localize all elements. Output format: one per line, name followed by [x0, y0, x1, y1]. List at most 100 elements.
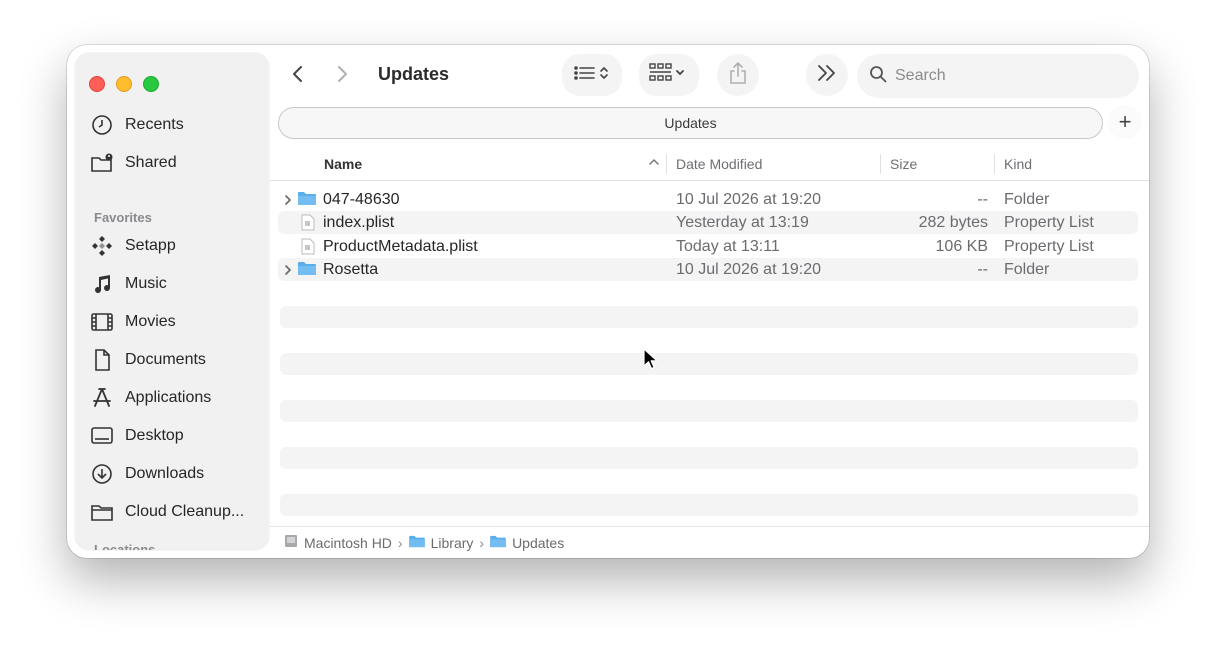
path-label: Library	[430, 534, 474, 551]
minimize-button[interactable]	[116, 76, 132, 92]
grid-group-icon	[649, 62, 689, 88]
empty-row	[280, 494, 1138, 516]
file-kind: Folder	[1004, 191, 1050, 208]
column-size[interactable]: Size	[890, 156, 917, 172]
window-title: Updates	[378, 64, 450, 84]
folder-icon	[89, 500, 115, 524]
column-kind[interactable]: Kind	[1004, 156, 1032, 172]
chevron-right-icon	[332, 64, 352, 89]
view-options-button[interactable]	[562, 54, 622, 96]
sidebar-item-label: Setapp	[125, 237, 176, 254]
film-icon	[89, 310, 115, 334]
folder-icon	[408, 535, 425, 551]
file-kind: Folder	[1004, 261, 1050, 278]
file-name: 047-48630	[323, 191, 400, 208]
file-size: 282 bytes	[918, 214, 988, 231]
mouse-cursor-icon	[643, 348, 658, 375]
window-controls	[89, 76, 159, 92]
chevron-left-icon	[288, 64, 308, 89]
back-button[interactable]	[282, 60, 314, 92]
file-size: --	[977, 191, 988, 208]
favorites-section-label: Favorites	[94, 210, 152, 225]
file-row[interactable]: index.plist Yesterday at 13:19 282 bytes…	[278, 211, 1138, 234]
empty-row	[280, 400, 1138, 422]
column-date-modified[interactable]: Date Modified	[676, 156, 762, 172]
column-header: Name Date Modified Size Kind	[270, 146, 1149, 181]
path-label: Macintosh HD	[304, 534, 392, 551]
more-toolbar-button[interactable]	[806, 54, 848, 96]
empty-row	[280, 353, 1138, 375]
sidebar-item-applications[interactable]: Applications	[89, 381, 259, 415]
sidebar-item-label: Downloads	[125, 465, 205, 482]
sidebar-item-label: Documents	[125, 351, 206, 368]
sidebar-item-setapp[interactable]: Setapp	[89, 229, 259, 263]
close-button[interactable]	[89, 76, 105, 92]
path-separator: ›	[479, 534, 485, 551]
empty-row	[280, 447, 1138, 469]
file-kind: Property List	[1004, 238, 1094, 255]
sidebar-item-label: Music	[125, 275, 167, 292]
finder-window: Recents Shared Favorites Setapp Music Mo…	[67, 45, 1149, 558]
folder-icon	[298, 261, 316, 281]
zoom-button[interactable]	[143, 76, 159, 92]
sidebar-item-cloud-cleanup[interactable]: Cloud Cleanup...	[89, 495, 259, 529]
file-date: 10 Jul 2026 at 19:20	[676, 261, 822, 278]
sidebar-item-music[interactable]: Music	[89, 267, 259, 301]
column-divider[interactable]	[666, 154, 667, 174]
column-name[interactable]: Name	[324, 156, 362, 172]
file-date: Yesterday at 13:19	[676, 214, 809, 231]
sidebar-item-label: Movies	[125, 313, 176, 330]
document-icon	[301, 238, 315, 260]
path-separator: ›	[397, 534, 403, 551]
disclosure-chevron-icon[interactable]	[283, 193, 293, 211]
file-name: ProductMetadata.plist	[323, 238, 478, 255]
forward-button[interactable]	[326, 60, 358, 92]
list-view-icon	[572, 63, 612, 88]
shared-folder-icon	[89, 151, 115, 175]
sidebar-item-documents[interactable]: Documents	[89, 343, 259, 377]
sort-ascending-icon[interactable]	[648, 155, 660, 171]
sidebar-item-desktop[interactable]: Desktop	[89, 419, 259, 453]
file-date: Today at 13:11	[676, 238, 780, 255]
sidebar-item-movies[interactable]: Movies	[89, 305, 259, 339]
search-field[interactable]	[857, 54, 1139, 98]
file-size: --	[977, 261, 988, 278]
clock-icon	[89, 113, 115, 137]
file-row[interactable]: 047-48630 10 Jul 2026 at 19:20 -- Folder	[278, 188, 1138, 211]
setapp-icon	[89, 234, 115, 258]
file-size: 106 KB	[935, 238, 988, 255]
search-icon	[869, 65, 887, 88]
path-item-updates[interactable]: Updates	[490, 535, 564, 551]
tab-label: Updates	[664, 115, 717, 131]
search-input[interactable]	[895, 67, 1115, 85]
file-kind: Property List	[1004, 214, 1094, 231]
sidebar-item-label: Applications	[125, 389, 212, 406]
file-row[interactable]: Rosetta 10 Jul 2026 at 19:20 -- Folder	[278, 258, 1138, 281]
tab-updates[interactable]: Updates	[278, 107, 1103, 139]
sidebar-item-downloads[interactable]: Downloads	[89, 457, 259, 491]
sidebar-item-recents[interactable]: Recents	[89, 108, 259, 142]
sidebar: Recents Shared Favorites Setapp Music Mo…	[75, 53, 269, 550]
column-divider[interactable]	[880, 154, 881, 174]
add-tab-button[interactable]: +	[1108, 105, 1142, 139]
group-button[interactable]	[639, 54, 699, 96]
disk-icon	[284, 534, 298, 551]
path-item-macintosh-hd[interactable]: Macintosh HD ›	[284, 534, 409, 551]
path-item-library[interactable]: Library ›	[408, 534, 490, 551]
share-button[interactable]	[717, 54, 759, 96]
column-divider[interactable]	[994, 154, 995, 174]
file-name: index.plist	[323, 214, 395, 231]
disclosure-chevron-icon[interactable]	[283, 263, 293, 281]
double-chevron-right-icon	[816, 63, 838, 88]
document-icon	[301, 214, 315, 236]
sidebar-item-label: Desktop	[125, 427, 184, 444]
music-note-icon	[89, 272, 115, 296]
file-date: 10 Jul 2026 at 19:20	[676, 191, 822, 208]
applications-icon	[89, 386, 115, 410]
sidebar-item-shared[interactable]: Shared	[89, 146, 259, 180]
share-icon	[727, 61, 749, 90]
path-label: Updates	[512, 534, 565, 551]
sidebar-item-label: Recents	[125, 116, 184, 133]
sidebar-item-label: Cloud Cleanup...	[125, 503, 245, 520]
file-row[interactable]: ProductMetadata.plist Today at 13:11 106…	[278, 235, 1138, 258]
